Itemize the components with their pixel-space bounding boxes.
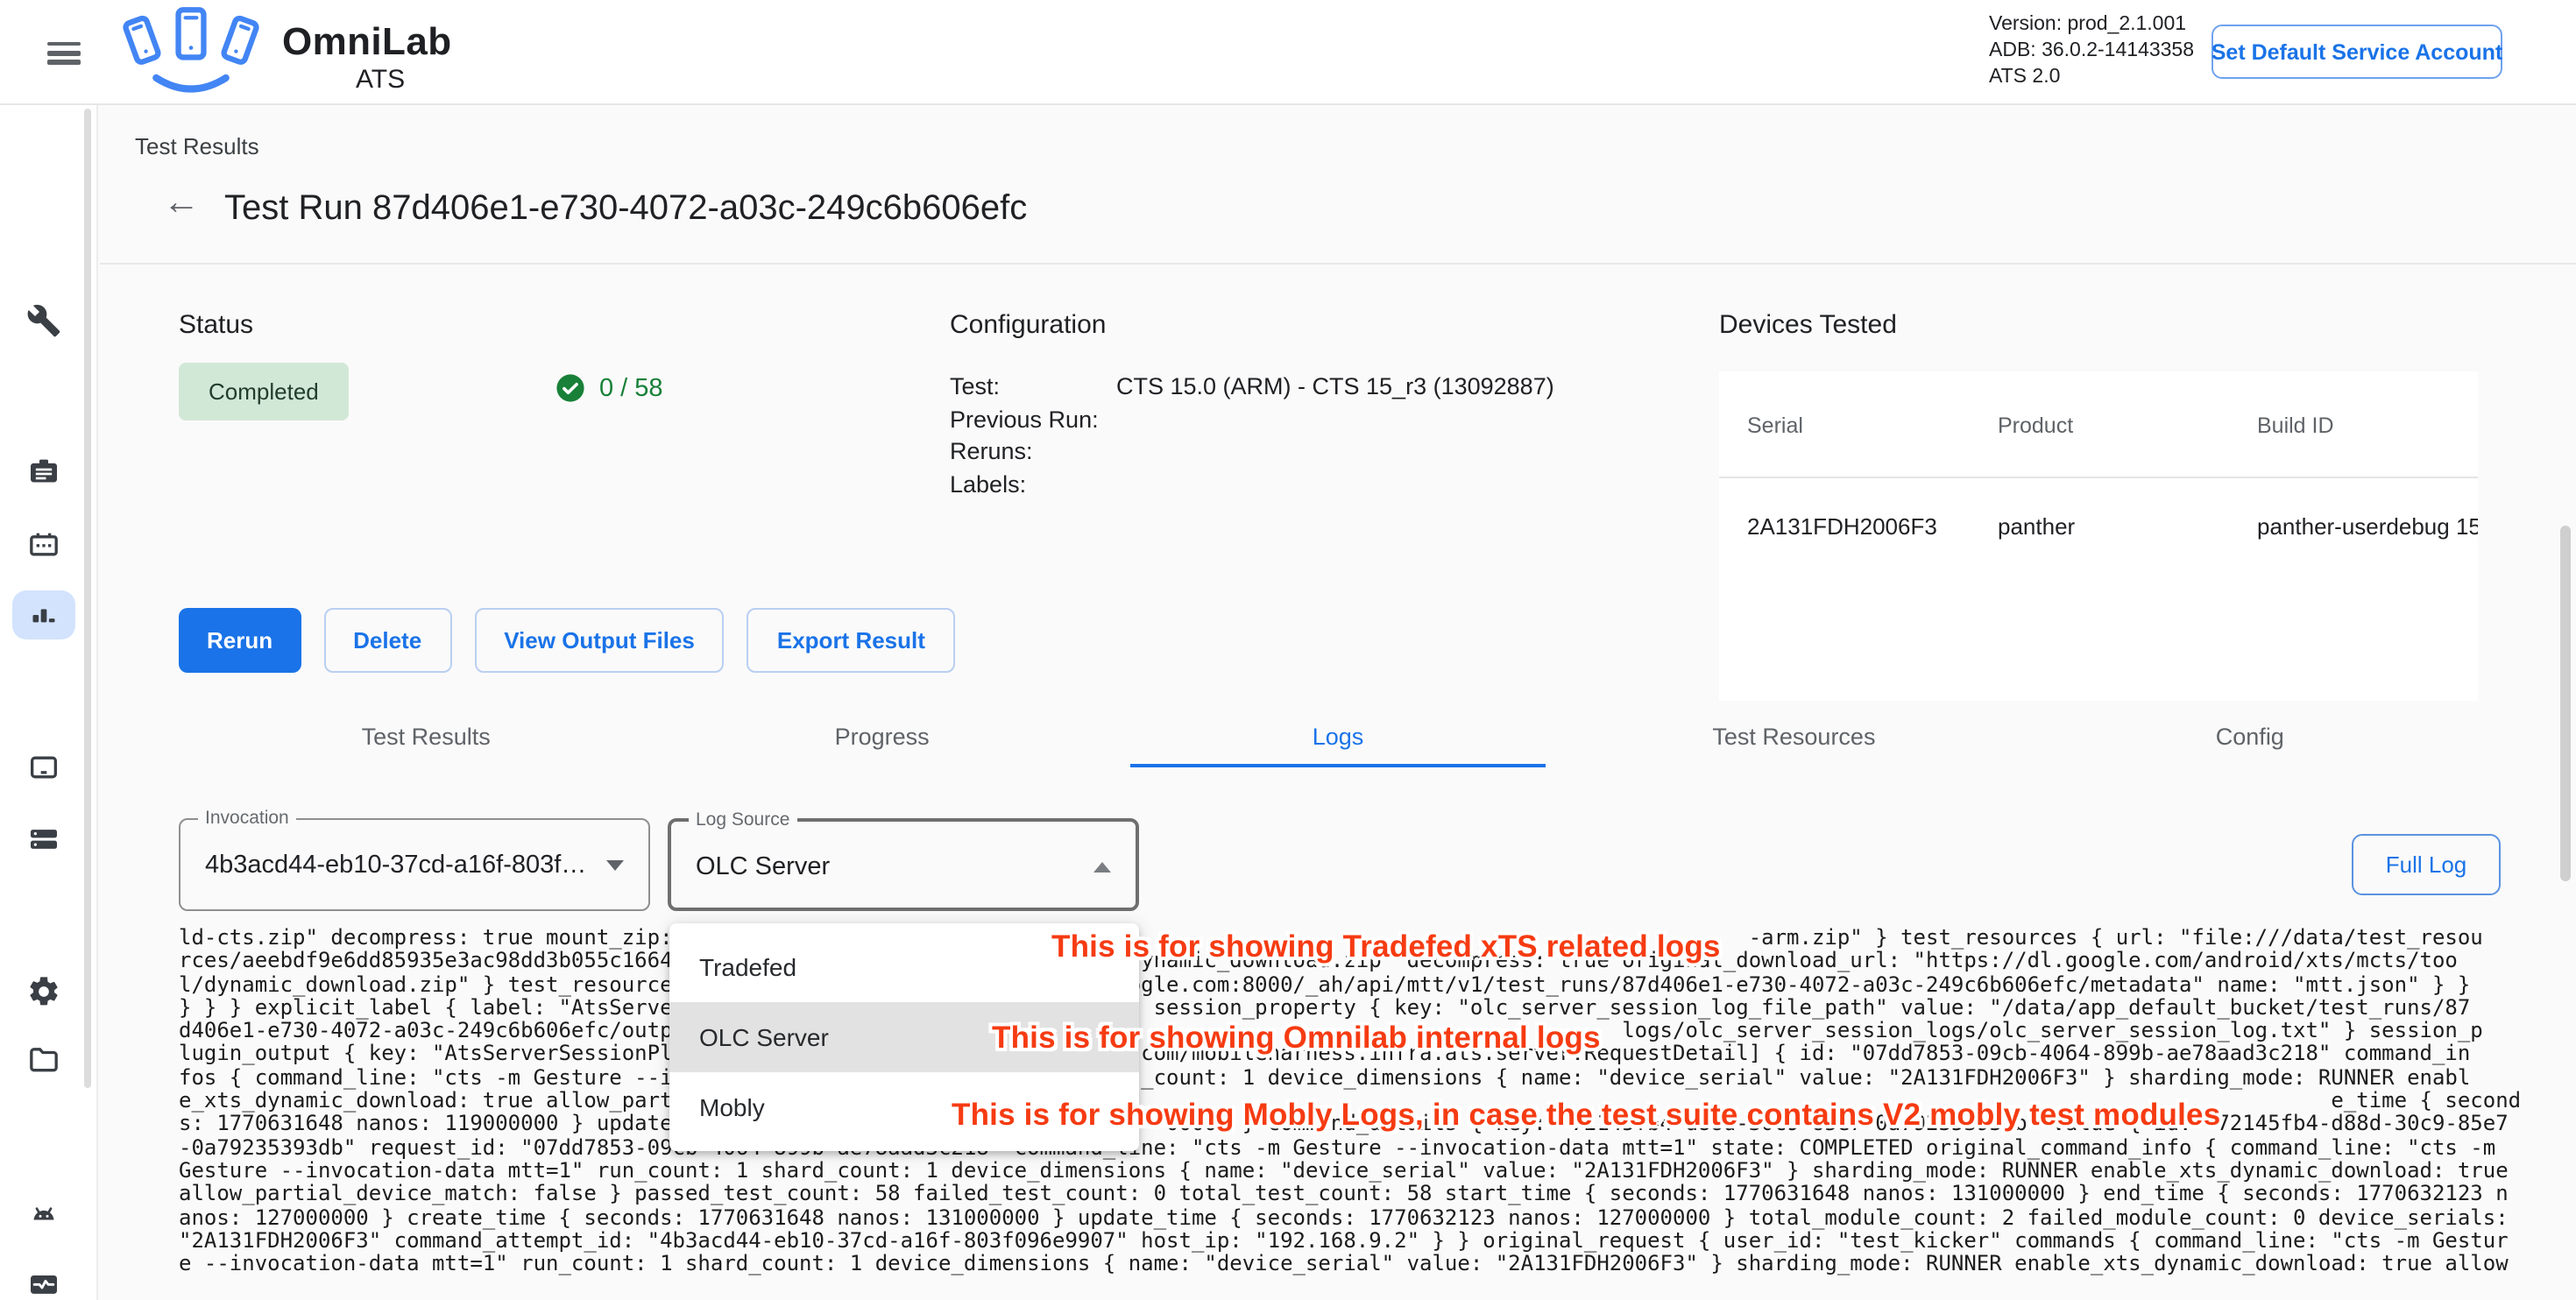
tab-label: Test Results [362,723,491,749]
column-header-serial: Serial [1747,413,1803,438]
sidebar-item-gear[interactable] [12,966,75,1015]
table-divider [1719,477,2478,478]
config-label: Previous Run: [950,404,1116,436]
full-log-button[interactable]: Full Log [2352,834,2501,895]
log-source-select[interactable]: Log Source OLC Server [668,818,1139,911]
status-heading: Status [179,310,253,340]
config-row-reruns: Reruns: [950,436,1703,469]
annotation-text-3: This is for showing Mobly Logs, in case … [952,1097,2220,1134]
annotation-text-1: This is for showing Tradefed xTS related… [1051,929,1721,965]
sidebar-item-android[interactable] [12,1189,75,1238]
device-cell-product: panther [1998,513,2075,540]
tab-label: Test Resources [1712,723,1875,749]
tab-test-resources[interactable]: Test Resources [1566,704,2021,767]
sidebar-item-device[interactable] [12,743,75,792]
config-label: Reruns: [950,436,1116,469]
brand-text: OmniLab ATS [282,19,452,95]
sidebar-scrollbar[interactable] [84,109,91,1088]
chevron-up-icon [1093,862,1111,873]
bar-chart-icon [26,597,61,632]
delete-button[interactable]: Delete [323,608,451,673]
menu-icon[interactable] [47,42,81,65]
header-divider [100,263,2576,265]
check-circle-icon [556,373,585,403]
folder-icon [26,1042,61,1077]
log-source-value: OLC Server [696,853,830,881]
log-source-label: Log Source [689,809,796,830]
export-result-button[interactable]: Export Result [747,608,955,673]
invocation-label: Invocation [198,808,296,829]
config-value: CTS 15.0 (ARM) - CTS 15_r3 (13092887) [1116,371,1554,404]
breadcrumb[interactable]: Test Results [135,133,259,159]
config-row-labels: Labels: [950,469,1703,501]
card-wave-icon [26,1266,61,1300]
adb-version-line: ADB: 36.0.2-14143358 [1989,39,2194,65]
device-icon [26,750,61,785]
omnilab-logo-icon [109,4,273,110]
config-row-previous-run: Previous Run: [950,404,1703,436]
brand-sub: ATS [356,65,452,95]
tab-label: Config [2216,723,2284,749]
config-label: Test: [950,371,1116,404]
android-icon [26,1196,61,1231]
tab-label: Logs [1313,723,1364,749]
tab-bar: Test Results Progress Logs Test Resources Co… [198,704,2478,767]
ats-version-line: ATS 2.0 [1989,65,2194,91]
back-arrow-icon[interactable]: ← [163,182,200,224]
config-row-test: Test:CTS 15.0 (ARM) - CTS 15_r3 (1309288… [950,371,1703,404]
brand-name: OmniLab [282,19,452,65]
annotation-text-2: This is for showing Omnilab internal log… [992,1020,1601,1056]
tab-test-results[interactable]: Test Results [198,704,654,767]
failed-total-count: 0 / 58 [599,374,663,402]
clipboard-icon [26,453,61,488]
app-window: OmniLab ATS Version: prod_2.1.001 ADB: 3… [0,0,2576,1300]
sidebar-item-clipboard[interactable] [12,446,75,495]
status-badge: Completed [179,363,349,420]
sidebar-item-wrench[interactable] [12,296,75,345]
page-title: Test Run 87d406e1-e730-4072-a03c-249c6b6… [224,189,1027,230]
column-header-product: Product [1998,413,2073,438]
configuration-rows: Test:CTS 15.0 (ARM) - CTS 15_r3 (1309288… [950,371,1703,501]
sidebar-item-card-wave[interactable] [12,1259,75,1300]
gear-icon [26,973,61,1008]
sidebar-nav [0,105,98,1300]
top-bar: OmniLab ATS Version: prod_2.1.001 ADB: 3… [0,0,2576,105]
page-scrollbar[interactable] [2560,526,2571,881]
wrench-icon [26,303,61,338]
device-cell-serial: 2A131FDH2006F3 [1747,513,1937,540]
tab-config[interactable]: Config [2022,704,2478,767]
rerun-button[interactable]: Rerun [179,608,301,673]
configuration-heading: Configuration [950,310,1106,340]
config-label: Labels: [950,469,1116,501]
version-info: Version: prod_2.1.001 ADB: 36.0.2-141433… [1989,12,2194,91]
set-default-service-account-button[interactable]: Set Default Service Account [2212,25,2502,79]
view-output-files-button[interactable]: View Output Files [474,608,725,673]
sidebar-item-bar-chart[interactable] [12,590,75,639]
tab-logs[interactable]: Logs [1110,704,1566,767]
tab-progress[interactable]: Progress [654,704,1109,767]
chevron-down-icon [606,860,624,871]
actions-row: Rerun Delete View Output Files Export Resul… [179,608,955,673]
invocation-value: 4b3acd44-eb10-37cd-a16f-803f… [205,851,586,880]
sidebar-item-folder[interactable] [12,1035,75,1085]
devices-tested-heading: Devices Tested [1719,310,1897,340]
storage-icon [26,822,61,857]
sidebar-item-storage[interactable] [12,815,75,864]
active-tab-underline [1131,763,1545,767]
calendar-icon [26,526,61,562]
tab-label: Progress [835,723,930,749]
invocation-select[interactable]: Invocation 4b3acd44-eb10-37cd-a16f-803f… [179,818,650,911]
test-count-row: 0 / 58 [556,373,663,403]
column-header-build-id: Build ID [2257,413,2334,438]
sidebar-item-calendar[interactable] [12,519,75,569]
version-line: Version: prod_2.1.001 [1989,12,2194,39]
device-cell-build-id: panther-userdebug 15 r [2257,513,2478,540]
devices-table: Serial Product Build ID 2A131FDH2006F3 panth… [1719,371,2478,701]
